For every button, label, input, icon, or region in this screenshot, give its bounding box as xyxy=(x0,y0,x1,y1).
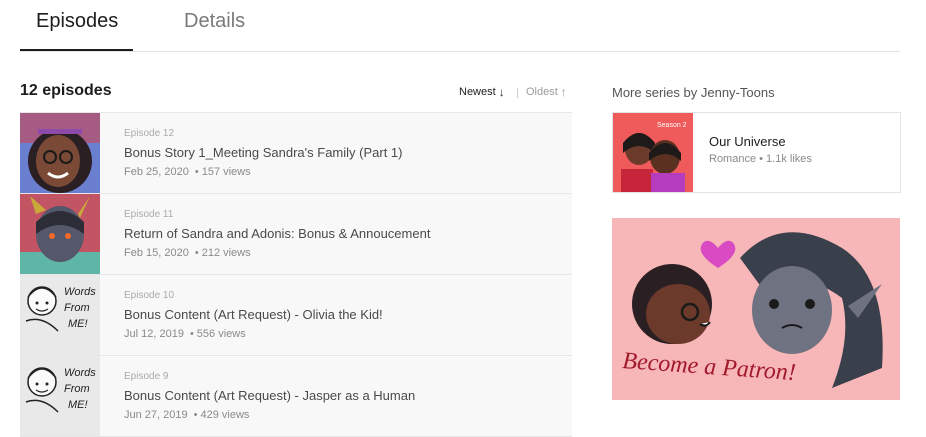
episode-date: Feb 25, 2020 xyxy=(124,166,189,178)
svg-text:From: From xyxy=(64,383,90,395)
sort-divider xyxy=(517,88,518,98)
episode-date: Feb 15, 2020 xyxy=(124,247,189,259)
more-series-title: More series by Jenny-Toons xyxy=(612,85,775,100)
svg-text:ME!: ME! xyxy=(68,399,88,411)
episode-row[interactable]: Words From ME! Episode 9 Bonus Content (… xyxy=(20,356,572,437)
episode-date: Jul 12, 2019 xyxy=(124,328,184,340)
sort-oldest-button[interactable]: Oldest ↑ xyxy=(526,86,567,98)
episode-views: 157 views xyxy=(201,166,251,178)
series-card-our-universe[interactable]: Season 2 Our Universe Romance • 1.1k lik… xyxy=(612,112,901,193)
svg-text:Words: Words xyxy=(64,286,96,298)
episodes-count: 12 episodes xyxy=(20,82,112,99)
arrow-down-icon: ↓ xyxy=(498,85,505,99)
sort-newest-button[interactable]: Newest ↓ xyxy=(459,86,505,98)
episode-thumbnail xyxy=(20,113,100,193)
series-genre: Romance xyxy=(709,153,757,165)
episode-views: 429 views xyxy=(200,409,250,421)
episode-row[interactable]: Episode 11 Return of Sandra and Adonis: … xyxy=(20,194,572,275)
svg-text:From: From xyxy=(64,302,90,314)
svg-text:Words: Words xyxy=(64,367,96,379)
series-name: Our Universe xyxy=(709,134,786,149)
episode-title: Bonus Content (Art Request) - Olivia the… xyxy=(124,307,383,322)
episode-meta: Jul 12, 2019 • 556 views xyxy=(124,328,246,340)
episode-row[interactable]: Episode 12 Bonus Story 1_Meeting Sandra'… xyxy=(20,113,572,194)
episode-meta: Feb 15, 2020 • 212 views xyxy=(124,247,251,259)
episode-list: Episode 12 Bonus Story 1_Meeting Sandra'… xyxy=(20,112,572,437)
tab-bar: Episodes Details xyxy=(20,0,900,52)
tab-details[interactable]: Details xyxy=(184,10,245,33)
episode-views: 212 views xyxy=(201,247,251,259)
episode-views: 556 views xyxy=(196,328,246,340)
episode-meta: Jun 27, 2019 • 429 views xyxy=(124,409,250,421)
series-thumbnail: Season 2 xyxy=(613,113,693,192)
sort-newest-label: Newest xyxy=(459,86,496,98)
svg-text:ME!: ME! xyxy=(68,318,88,330)
tab-episodes[interactable]: Episodes xyxy=(36,10,118,33)
episode-thumbnail: Words From ME! xyxy=(20,275,100,355)
episode-thumbnail: Words From ME! xyxy=(20,356,100,436)
patron-banner[interactable]: Become a Patron! xyxy=(612,218,900,400)
sort-oldest-label: Oldest xyxy=(526,86,558,98)
active-tab-indicator xyxy=(20,49,133,51)
episode-number: Episode 12 xyxy=(124,128,175,139)
episode-title: Bonus Content (Art Request) - Jasper as … xyxy=(124,388,416,403)
episode-date: Jun 27, 2019 xyxy=(124,409,188,421)
episode-number: Episode 11 xyxy=(124,209,174,220)
series-meta: Romance • 1.1k likes xyxy=(709,153,812,165)
episode-meta: Feb 25, 2020 • 157 views xyxy=(124,166,251,178)
episode-row[interactable]: Words From ME! Episode 10 Bonus Content … xyxy=(20,275,572,356)
episode-title: Return of Sandra and Adonis: Bonus & Ann… xyxy=(124,226,431,241)
arrow-up-icon: ↑ xyxy=(560,85,567,99)
series-thumb-text: Season 2 xyxy=(657,122,687,129)
episode-title: Bonus Story 1_Meeting Sandra's Family (P… xyxy=(124,145,403,160)
episode-thumbnail xyxy=(20,194,100,274)
series-likes: 1.1k likes xyxy=(766,153,812,165)
episode-number: Episode 10 xyxy=(124,290,175,301)
episode-number: Episode 9 xyxy=(124,371,169,382)
